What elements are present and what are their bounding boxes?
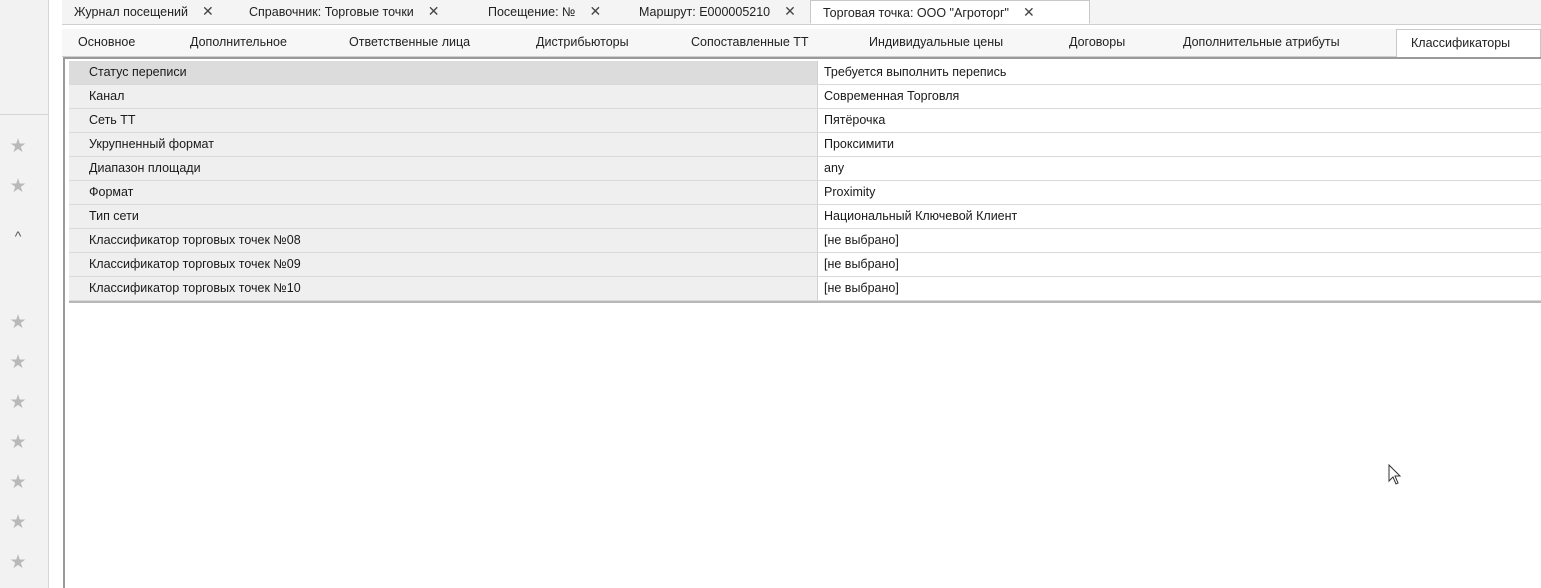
star-icon[interactable]: ★ <box>8 137 28 157</box>
properties-grid: Статус переписи Требуется выполнить пере… <box>69 61 1541 303</box>
close-icon[interactable]: ✕ <box>784 3 796 19</box>
star-icon[interactable]: ★ <box>8 433 28 453</box>
close-icon[interactable]: ✕ <box>202 3 214 19</box>
table-row[interactable]: Канал Современная Торговля <box>69 85 1541 109</box>
document-tabs: Журнал посещений ✕ Справочник: Торговые т… <box>62 0 1541 25</box>
doc-tab-label: Торговая точка: ООО "Агроторг" <box>823 6 1009 20</box>
tab-additional[interactable]: Дополнительное <box>190 29 287 56</box>
property-value[interactable]: [не выбрано] <box>819 277 1541 300</box>
property-value[interactable]: Proximity <box>819 181 1541 204</box>
table-row[interactable]: Статус переписи Требуется выполнить пере… <box>69 61 1541 85</box>
property-name: Диапазон площади <box>69 157 818 180</box>
table-row[interactable]: Укрупненный формат Проксимити <box>69 133 1541 157</box>
property-value[interactable]: any <box>819 157 1541 180</box>
doc-tab-route[interactable]: Маршрут: E000005210 ✕ <box>639 0 796 24</box>
property-value[interactable]: Проксимити <box>819 133 1541 156</box>
star-icon[interactable]: ★ <box>8 513 28 533</box>
star-icon[interactable]: ★ <box>8 553 28 573</box>
table-row[interactable]: Классификатор торговых точек №08 [не выб… <box>69 229 1541 253</box>
star-icon[interactable]: ★ <box>8 177 28 197</box>
property-name: Классификатор торговых точек №10 <box>69 277 818 300</box>
close-icon[interactable]: ✕ <box>589 3 601 19</box>
tab-classifiers[interactable]: Классификаторы <box>1396 29 1541 57</box>
doc-tab-label: Маршрут: E000005210 <box>639 5 771 19</box>
property-value[interactable]: Современная Торговля <box>819 85 1541 108</box>
doc-tab-visit[interactable]: Посещение: № ✕ <box>488 0 601 24</box>
doc-tab-label: Справочник: Торговые точки <box>249 5 414 19</box>
doc-tab-visit-journal[interactable]: Журнал посещений ✕ <box>74 0 214 24</box>
property-name: Формат <box>69 181 818 204</box>
property-name: Тип сети <box>69 205 818 228</box>
star-icon[interactable]: ★ <box>8 393 28 413</box>
tab-distributors[interactable]: Дистрибьюторы <box>536 29 629 56</box>
property-name: Сеть ТТ <box>69 109 818 132</box>
property-name: Статус переписи <box>69 61 818 84</box>
chevron-up-icon[interactable]: ^ <box>8 226 28 246</box>
table-row[interactable]: Тип сети Национальный Ключевой Клиент <box>69 205 1541 229</box>
property-name: Укрупненный формат <box>69 133 818 156</box>
sidebar-separator <box>0 114 48 115</box>
tab-matched-outlets[interactable]: Сопоставленные ТТ <box>691 29 809 56</box>
close-icon[interactable]: ✕ <box>1023 4 1035 20</box>
mouse-cursor-icon <box>1388 464 1402 485</box>
doc-tab-outlets-directory[interactable]: Справочник: Торговые точки ✕ <box>249 0 440 24</box>
property-name: Канал <box>69 85 818 108</box>
doc-tab-label: Журнал посещений <box>74 5 188 19</box>
doc-tab-outlet[interactable]: Торговая точка: ООО "Агроторг" ✕ <box>810 0 1090 24</box>
property-name: Классификатор торговых точек №09 <box>69 253 818 276</box>
star-icon[interactable]: ★ <box>8 473 28 493</box>
tab-individual-prices[interactable]: Индивидуальные цены <box>869 29 1003 56</box>
star-icon[interactable]: ★ <box>8 313 28 333</box>
table-row[interactable]: Классификатор торговых точек №10 [не выб… <box>69 277 1541 301</box>
tab-additional-attributes[interactable]: Дополнительные атрибуты <box>1183 29 1340 56</box>
form-tabs: Основное Дополнительное Ответственные ли… <box>62 29 1541 57</box>
tab-main[interactable]: Основное <box>78 29 135 56</box>
property-value[interactable]: [не выбрано] <box>819 253 1541 276</box>
left-sidebar: ★ ★ ^ ★ ★ ★ ★ ★ ★ ★ <box>0 0 49 588</box>
table-row[interactable]: Диапазон площади any <box>69 157 1541 181</box>
property-value[interactable]: Пятёрочка <box>819 109 1541 132</box>
tab-responsible-persons[interactable]: Ответственные лица <box>349 29 470 56</box>
property-value[interactable]: Национальный Ключевой Клиент <box>819 205 1541 228</box>
property-name: Классификатор торговых точек №08 <box>69 229 818 252</box>
table-row[interactable]: Формат Proximity <box>69 181 1541 205</box>
property-value[interactable]: Требуется выполнить перепись <box>819 61 1541 84</box>
content-area: Статус переписи Требуется выполнить пере… <box>63 57 1541 588</box>
doc-tab-label: Посещение: № <box>488 5 576 19</box>
star-icon[interactable]: ★ <box>8 353 28 373</box>
table-row[interactable]: Сеть ТТ Пятёрочка <box>69 109 1541 133</box>
close-icon[interactable]: ✕ <box>428 3 440 19</box>
property-value[interactable]: [не выбрано] <box>819 229 1541 252</box>
table-row[interactable]: Классификатор торговых точек №09 [не выб… <box>69 253 1541 277</box>
tab-contracts[interactable]: Договоры <box>1069 29 1125 56</box>
